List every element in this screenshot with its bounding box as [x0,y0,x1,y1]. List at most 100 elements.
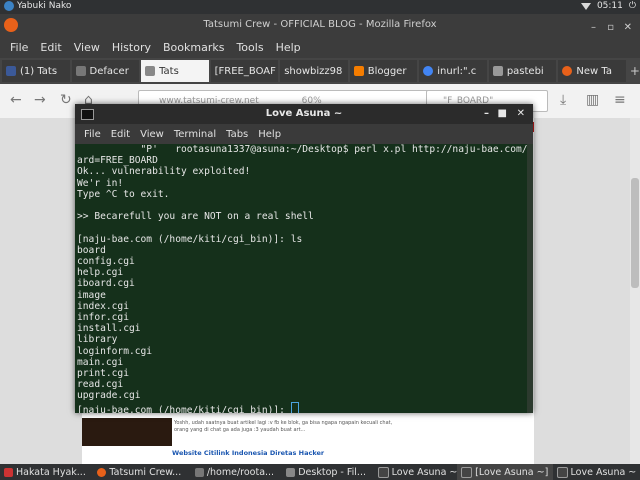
tab-free-board[interactable]: [FREE_BOAF [210,60,279,82]
terminal-line: >> Becarefull you are NOT on a real shel… [77,211,314,223]
tab-label: Tats [159,65,179,77]
tab-label: [FREE_BOAF [214,65,276,77]
taskbar-item-terminal-1[interactable]: Love Asuna ~ [374,464,457,480]
terminal-menu-edit[interactable]: Edit [111,129,130,140]
defacer-icon [75,66,86,76]
terminal-menu-view[interactable]: View [140,129,164,140]
app-icon [4,467,13,477]
terminal-menu-help[interactable]: Help [258,129,281,140]
taskbar-label: Hakata Hyak... [16,466,86,478]
taskbar-item-hakata[interactable]: Hakata Hyak... [0,464,93,480]
tab-label: Blogger [367,65,407,77]
terminal-menubar: File Edit View Terminal Tabs Help [75,124,533,144]
library-icon[interactable]: ▥ [586,92,599,108]
terminal-line: library [77,334,118,346]
firefox-titlebar: Tatsumi Crew - OFFICIAL BLOG - Mozilla F… [0,14,640,36]
tab-label: pastebi [506,65,544,77]
power-icon[interactable]: ⏻ [629,1,636,11]
terminal-line: read.cgi [77,379,124,391]
tab-label: showbizz98 [284,65,343,77]
terminal-line: main.cgi [77,356,124,368]
back-icon[interactable]: ← [10,92,22,108]
tab-label: Defacer [89,65,129,77]
terminal-line: infor.cgi [77,312,129,324]
terminal-menu-terminal[interactable]: Terminal [174,129,216,140]
taskbar-item-home-folder[interactable]: /home/roota... [191,464,282,480]
menu-history[interactable]: History [112,41,151,54]
terminal-icon [556,466,568,478]
terminal-close-icon[interactable]: ✕ [517,104,525,124]
menu-file[interactable]: File [10,41,28,54]
taskbar-label: /home/roota... [206,466,275,478]
terminal-icon [81,109,94,120]
panel-clock[interactable]: 05:11 [597,1,623,11]
taskbar-item-desktop-files[interactable]: Desktop - Fil... [282,464,373,480]
google-icon [423,66,434,76]
taskbar-label: [Love Asuna ~] [475,466,549,478]
scrollbar-thumb[interactable] [631,178,639,288]
post-thumbnail[interactable] [82,418,172,446]
tab-pastebin[interactable]: pastebi [488,60,557,82]
menu-logo-icon[interactable] [4,1,14,11]
terminal-titlebar: Love Asuna ~ – ■ ✕ [75,104,533,124]
menu-help[interactable]: Help [276,41,301,54]
terminal-menu-tabs[interactable]: Tabs [226,129,248,140]
tab-blogger[interactable]: Blogger [349,60,418,82]
terminal-minimize-icon[interactable]: – [484,104,489,124]
post-title-link[interactable]: Website Citilink Indonesia Diretas Hacke… [172,449,324,457]
tab-new[interactable]: New Ta [558,60,626,82]
page-scrollbar[interactable] [630,118,640,464]
taskbar-item-terminal-3[interactable]: Love Asuna ~ [553,464,640,480]
taskbar-item-firefox[interactable]: Tatsumi Crew... [93,464,190,480]
tab-google[interactable]: inurl:".c [419,60,487,82]
terminal-line: [naju-bae.com (/home/kiti/cgi_bin)]: ls [77,233,303,245]
hamburger-menu-icon[interactable]: ≡ [614,92,626,108]
terminal-line: print.cgi [77,368,129,380]
close-icon[interactable]: ✕ [624,17,632,39]
firefox-title: Tatsumi Crew - OFFICIAL BLOG - Mozilla F… [203,19,437,30]
minimize-icon[interactable]: – [591,17,596,39]
tab-defacer[interactable]: Defacer [71,60,140,82]
terminal-prompt: [naju-bae.com (/home/kiti/cgi_bin)]: [77,404,291,413]
terminal-line: We'r in! [77,177,124,189]
firefox-menubar: File Edit View History Bookmarks Tools H… [0,36,640,58]
tab-strip: (1) Tats Defacer Tats [FREE_BOAF showbiz… [0,58,640,84]
maximize-icon[interactable]: ▫ [607,17,614,39]
taskbar-item-terminal-2[interactable]: [Love Asuna ~] [457,464,553,480]
menu-bookmarks[interactable]: Bookmarks [163,41,224,54]
network-icon[interactable] [580,2,591,10]
tab-showbizz[interactable]: showbizz98 [280,60,348,82]
terminal-line: Type ^C to exit. [77,188,170,200]
tab-facebook[interactable]: (1) Tats [2,60,70,82]
firefox-icon [97,467,107,477]
folder-icon [286,467,296,477]
terminal-line: image [77,289,106,301]
tab-tatsumi[interactable]: Tats [141,60,209,82]
top-panel: Yabuki Nako 05:11 ⏻ [0,0,640,14]
taskbar-label: Love Asuna ~ [391,466,458,478]
terminal-line: "P' rootasuna1337@asuna:~/Desktop$ perl … [77,144,528,155]
new-tab-icon[interactable]: + [630,64,640,78]
terminal-line: Ok... vulnerability exploited! [77,166,251,178]
terminal-scrollbar[interactable] [527,144,533,413]
forward-icon[interactable]: → [34,92,46,108]
terminal-line: ard=FREE_BOARD [77,155,158,167]
reload-icon[interactable]: ↻ [60,92,72,108]
menu-edit[interactable]: Edit [40,41,61,54]
taskbar-label: Desktop - Fil... [298,466,366,478]
menu-tools[interactable]: Tools [236,41,263,54]
terminal-menu-file[interactable]: File [84,129,101,140]
menu-view[interactable]: View [74,41,100,54]
tab-label: inurl:".c [437,65,477,77]
panel-user: Yabuki Nako [17,1,72,11]
taskbar-label: Tatsumi Crew... [109,466,182,478]
downloads-icon[interactable]: ⤓ [560,92,566,108]
terminal-output[interactable]: "P' rootasuna1337@asuna:~/Desktop$ perl … [75,144,533,413]
terminal-maximize-icon[interactable]: ■ [498,104,507,124]
terminal-line: config.cgi [77,256,135,268]
terminal-prompt-line[interactable]: [naju-bae.com (/home/kiti/cgi_bin)]: [77,401,531,413]
terminal-line: loginform.cgi [77,345,153,357]
terminal-icon [377,466,389,478]
